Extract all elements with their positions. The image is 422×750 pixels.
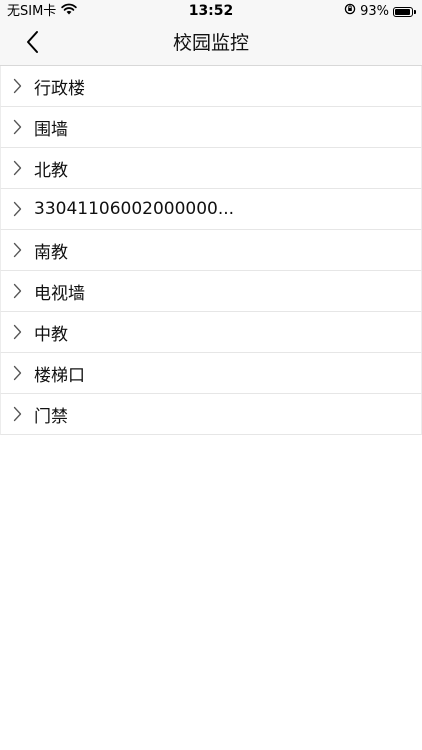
- list-item-label: 围墙: [34, 119, 68, 140]
- chevron-right-icon: [11, 405, 24, 423]
- chevron-right-icon: [11, 241, 24, 259]
- status-bar: 无SIM卡 13:52 93%: [0, 0, 422, 22]
- battery-cap: [414, 9, 416, 14]
- list-item-label: 电视墙: [34, 283, 85, 304]
- chevron-right-icon: [11, 77, 24, 95]
- list-item-label: 门禁: [34, 406, 68, 427]
- chevron-right-icon: [11, 118, 24, 136]
- list-item[interactable]: 33041106002000000...: [0, 189, 422, 230]
- list-item[interactable]: 北教: [0, 148, 422, 189]
- battery-percent: 93%: [360, 3, 389, 19]
- chevron-right-icon: [11, 159, 24, 177]
- battery-body: [393, 6, 413, 17]
- list-item[interactable]: 南教: [0, 230, 422, 271]
- chevron-right-icon: [11, 282, 24, 300]
- chevron-right-icon: [11, 364, 24, 382]
- list-item-label: 中教: [34, 324, 68, 345]
- list-item[interactable]: 门禁: [0, 394, 422, 435]
- list-item-label: 楼梯口: [34, 365, 85, 386]
- chevron-right-icon: [11, 200, 24, 218]
- list-item[interactable]: 围墙: [0, 107, 422, 148]
- navigation-bar: 校园监控: [0, 22, 422, 66]
- list-item[interactable]: 楼梯口: [0, 353, 422, 394]
- camera-group-list: 行政楼 围墙 北教 33041106002000000... 南教 电视墙 中教…: [0, 66, 422, 435]
- list-item[interactable]: 中教: [0, 312, 422, 353]
- status-right: 93%: [344, 3, 416, 20]
- list-item-label: 北教: [34, 160, 68, 181]
- list-item[interactable]: 电视墙: [0, 271, 422, 312]
- list-item-label: 33041106002000000...: [34, 199, 235, 219]
- list-item[interactable]: 行政楼: [0, 66, 422, 107]
- list-item-label: 行政楼: [34, 78, 85, 99]
- battery-fill: [395, 8, 410, 15]
- orientation-lock-icon: [344, 3, 356, 20]
- list-item-label: 南教: [34, 242, 68, 263]
- chevron-right-icon: [11, 323, 24, 341]
- page-title: 校园监控: [172, 32, 249, 54]
- battery-icon: [393, 6, 416, 17]
